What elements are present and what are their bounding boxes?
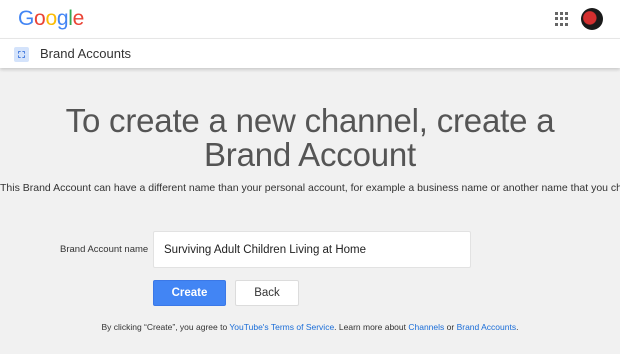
avatar[interactable]: [581, 8, 603, 30]
logo-letter-g2: g: [56, 7, 69, 30]
channels-link[interactable]: Channels: [408, 322, 444, 332]
page-description: This Brand Account can have a different …: [0, 182, 620, 194]
brand-account-name-label: Brand Account name: [60, 244, 149, 255]
terms-notice: By clicking “Create”, you agree to YouTu…: [0, 322, 620, 332]
brand-accounts-link[interactable]: Brand Accounts: [457, 322, 517, 332]
brand-accounts-bar: Brand Accounts: [0, 38, 620, 68]
logo-letter-g: G: [18, 7, 35, 30]
terms-middle: . Learn more about: [334, 322, 409, 332]
google-logo[interactable]: Google: [18, 7, 84, 31]
logo-letter-o1: o: [34, 7, 46, 30]
logo-letter-e: e: [72, 7, 85, 30]
apps-grid-icon[interactable]: [555, 12, 569, 26]
logo-letter-o2: o: [45, 7, 57, 30]
brand-account-name-input[interactable]: [153, 231, 471, 268]
terms-of-service-link[interactable]: YouTube's Terms of Service: [229, 322, 334, 332]
top-bar: Google: [0, 0, 620, 38]
create-button[interactable]: Create: [153, 280, 226, 306]
terms-suffix: .: [516, 322, 519, 332]
terms-prefix: By clicking “Create”, you agree to: [101, 322, 230, 332]
back-button[interactable]: Back: [235, 280, 299, 306]
brand-accounts-icon: [14, 47, 29, 62]
page-title: To create a new channel, create a Brand …: [65, 102, 555, 173]
page-section-title: Brand Accounts: [40, 46, 132, 61]
terms-or: or: [444, 322, 457, 332]
